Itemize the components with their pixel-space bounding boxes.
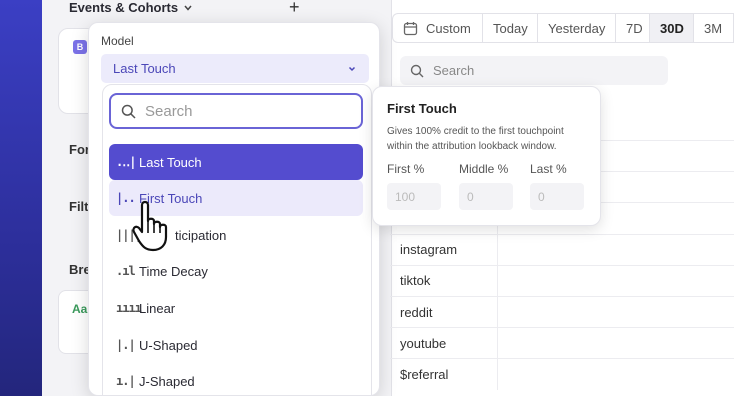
model-option-time-decay[interactable]: .ıl Time Decay bbox=[109, 253, 363, 289]
model-search-field[interactable] bbox=[109, 93, 363, 129]
tooltip-description: Gives 100% credit to the first touchpoin… bbox=[387, 126, 564, 152]
last-percent-label: Last % bbox=[530, 162, 567, 176]
option-label: Linear bbox=[139, 300, 176, 316]
option-label: J-Shaped bbox=[139, 373, 195, 389]
calendar-icon bbox=[403, 21, 418, 35]
date-option-30d[interactable]: 30D bbox=[650, 14, 694, 42]
last-percent-input: 0 bbox=[530, 183, 584, 210]
time-decay-icon: .ıl bbox=[116, 264, 136, 278]
source-cell[interactable]: reddit bbox=[390, 296, 498, 328]
event-badge: B bbox=[73, 40, 87, 54]
option-label: Last Touch bbox=[139, 154, 202, 170]
date-option-7d[interactable]: 7D bbox=[616, 14, 650, 42]
source-cell[interactable]: youtube bbox=[390, 328, 498, 359]
table-row[interactable]: $referral bbox=[390, 358, 734, 390]
events-cohorts-header[interactable]: Events & Cohorts bbox=[69, 0, 193, 15]
j-shaped-icon: ı.| bbox=[116, 374, 136, 388]
app-rail bbox=[0, 0, 42, 396]
chevron-down-icon bbox=[184, 5, 192, 11]
option-label: Time Decay bbox=[139, 263, 208, 279]
middle-percent-input: 0 bbox=[459, 183, 513, 210]
events-header-label: Events & Cohorts bbox=[69, 0, 179, 15]
date-option-today[interactable]: Today bbox=[483, 14, 538, 42]
option-label: U-Shaped bbox=[139, 337, 198, 353]
search-icon bbox=[121, 104, 136, 119]
add-event-button[interactable]: + bbox=[289, 0, 300, 18]
table-row[interactable]: tiktok bbox=[390, 264, 734, 296]
linear-icon: ıııı bbox=[116, 301, 142, 315]
hand-cursor-icon bbox=[132, 200, 168, 252]
model-selected-value: Last Touch bbox=[113, 61, 176, 76]
table-search-placeholder: Search bbox=[433, 63, 475, 78]
table-row[interactable]: reddit bbox=[390, 295, 734, 328]
tooltip-title: First Touch bbox=[387, 101, 457, 116]
model-option-last-touch[interactable]: .‥| Last Touch bbox=[109, 144, 363, 180]
table-row[interactable]: instagram bbox=[390, 233, 734, 265]
custom-date-button[interactable]: Custom bbox=[393, 14, 483, 42]
model-search-input[interactable] bbox=[145, 102, 345, 120]
table-row[interactable]: youtube bbox=[390, 327, 734, 359]
source-cell[interactable]: instagram bbox=[390, 234, 498, 265]
source-cell[interactable]: tiktok bbox=[390, 265, 498, 296]
date-option-yesterday[interactable]: Yesterday bbox=[538, 14, 616, 42]
date-option-3m[interactable]: 3M bbox=[694, 14, 734, 42]
first-percent-input: 100 bbox=[387, 183, 441, 210]
model-label: Model bbox=[101, 34, 134, 48]
model-option-linear[interactable]: ıııı Linear bbox=[109, 290, 363, 326]
table-search-field[interactable]: Search bbox=[400, 56, 668, 85]
model-select[interactable]: Last Touch bbox=[101, 54, 369, 83]
search-icon bbox=[410, 64, 424, 77]
text-property-icon: Aa bbox=[72, 302, 88, 316]
source-cell[interactable]: $referral bbox=[390, 359, 498, 390]
middle-percent-label: Middle % bbox=[459, 162, 509, 176]
date-range-bar: Custom Today Yesterday 7D 30D 3M bbox=[392, 13, 734, 43]
model-option-u-shaped[interactable]: |.| U-Shaped bbox=[109, 327, 363, 363]
chevron-down-icon bbox=[348, 66, 356, 71]
model-option-j-shaped[interactable]: ı.| J-Shaped bbox=[109, 363, 363, 396]
last-touch-icon: .‥| bbox=[116, 155, 136, 169]
u-shaped-icon: |.| bbox=[116, 338, 136, 352]
custom-date-label: Custom bbox=[426, 20, 471, 36]
first-percent-label: First % bbox=[387, 162, 425, 176]
